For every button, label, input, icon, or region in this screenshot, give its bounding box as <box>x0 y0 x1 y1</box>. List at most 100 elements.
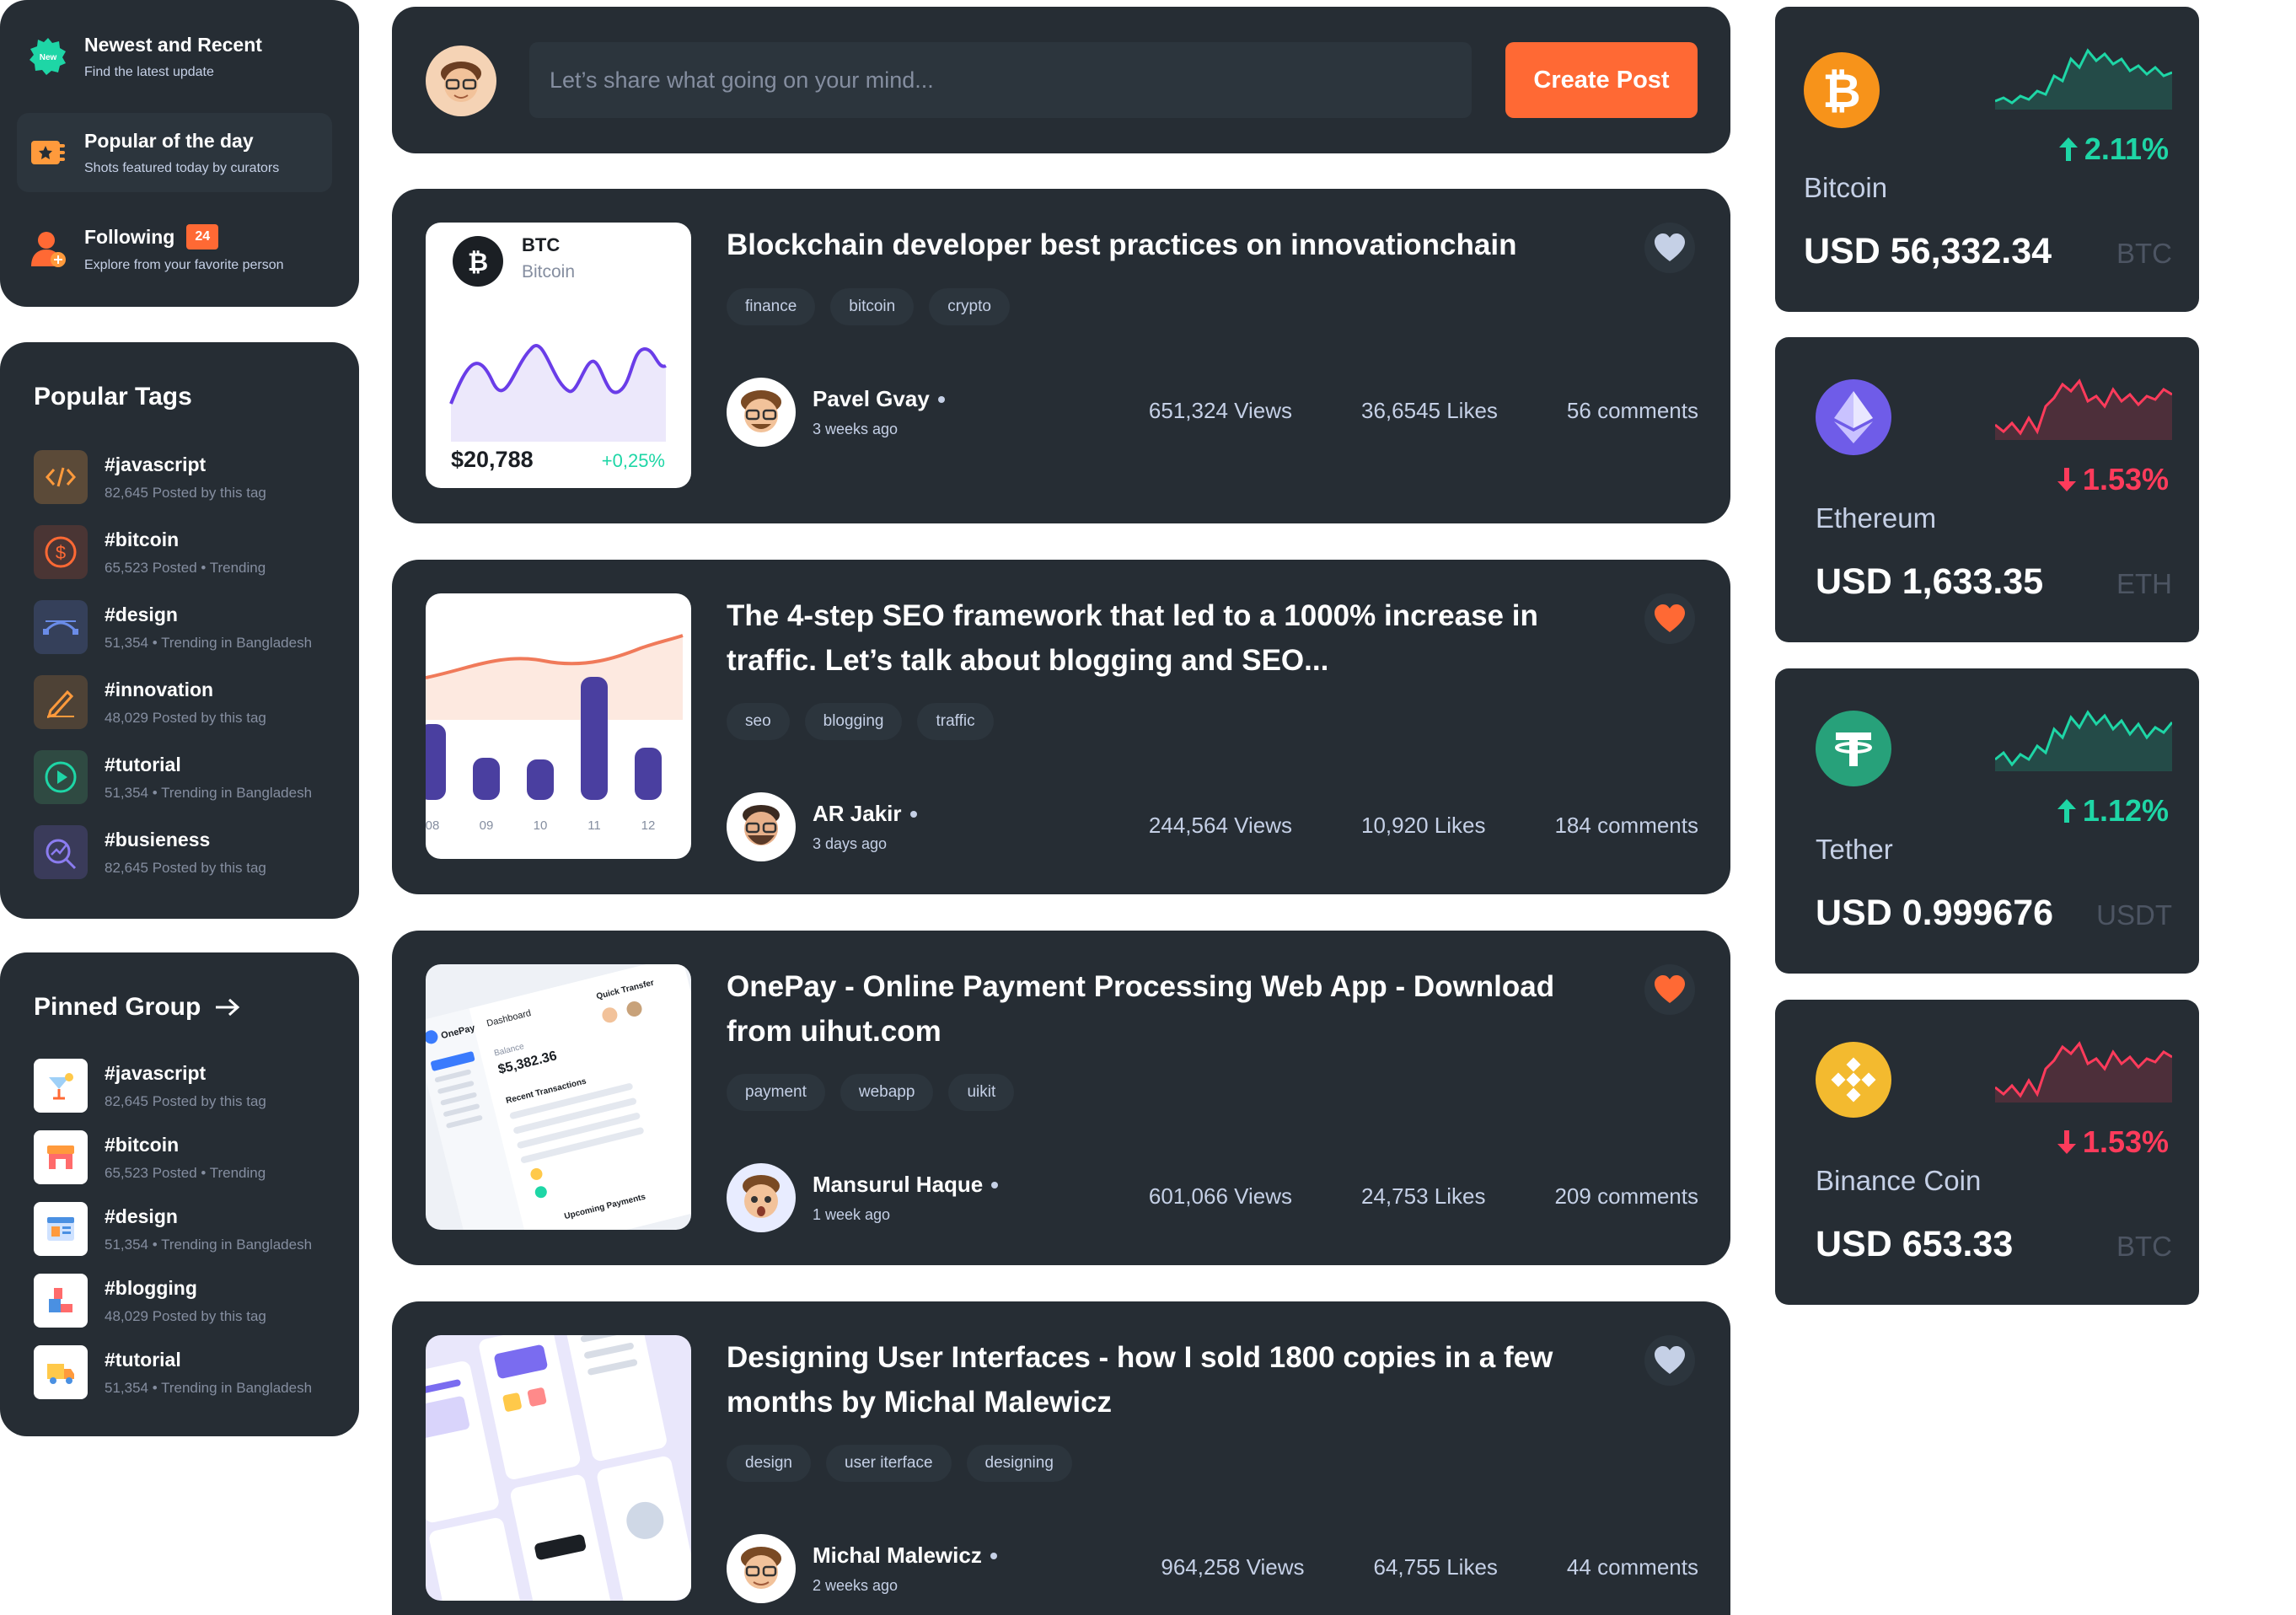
tag-chip[interactable]: designing <box>966 1445 1072 1482</box>
coin-name: Ethereum <box>1816 502 1937 534</box>
pinned-item-javascript[interactable]: #javascript 82,645 Posted by this tag <box>34 1057 346 1114</box>
tag-item-bitcoin[interactable]: $ #bitcoin 65,523 Posted • Trending <box>34 523 346 581</box>
tag-chip[interactable]: blogging <box>804 703 903 740</box>
seo-bar-label: 08 <box>426 818 439 833</box>
svg-text:₿: ₿ <box>468 249 488 276</box>
author-name: Mansurul Haque <box>813 1172 984 1197</box>
comments-count[interactable]: 184 comments <box>1554 813 1698 839</box>
comments-count[interactable]: 209 comments <box>1554 1183 1698 1210</box>
seo-bar-label: 10 <box>534 818 548 833</box>
tag-chip[interactable]: uikit <box>948 1074 1015 1111</box>
tag-chip[interactable]: finance <box>727 288 816 325</box>
tag-chip[interactable]: crypto <box>929 288 1010 325</box>
feed-item-popular[interactable]: Popular of the day Shots featured today … <box>17 113 332 192</box>
author-avatar[interactable] <box>727 792 796 861</box>
like-button[interactable] <box>1644 964 1695 1015</box>
tag-item-javascript[interactable]: #javascript 82,645 Posted by this tag <box>34 448 346 506</box>
views-count: 651,324 Views <box>1148 398 1293 423</box>
tag-chip[interactable]: payment <box>727 1074 825 1111</box>
post-title[interactable]: OnePay - Online Payment Processing Web A… <box>727 964 1603 1054</box>
composer-input[interactable] <box>529 42 1472 118</box>
price-change: 1.12% <box>2057 793 2169 829</box>
post-author[interactable]: Mansurul Haque 1 week ago <box>727 1163 999 1232</box>
author-avatar[interactable] <box>727 1163 796 1232</box>
post-time: 2 weeks ago <box>813 1577 899 1594</box>
popular-tags-panel: Popular Tags #javascript 82,645 Posted by… <box>0 342 359 919</box>
post-time: 3 days ago <box>813 835 888 852</box>
pinned-item-tutorial[interactable]: #tutorial 51,354 • Trending in Bangladesh <box>34 1344 346 1401</box>
binance-icon <box>1816 1042 1891 1118</box>
tag-chip[interactable]: user iterface <box>826 1445 952 1482</box>
post-thumbnail[interactable]: 08 09 10 11 12 <box>426 593 691 859</box>
change-value: 1.53% <box>2082 1124 2169 1159</box>
tag-chip[interactable]: bitcoin <box>830 288 915 325</box>
bitcoin-icon: ₿ <box>1804 52 1880 128</box>
post-title[interactable]: Designing User Interfaces - how I sold 1… <box>727 1335 1603 1425</box>
post-author[interactable]: Pavel Gvay 3 weeks ago <box>727 378 945 447</box>
tag-name: #innovation <box>105 678 214 700</box>
post-tags: design user iterface designing <box>727 1445 1072 1482</box>
views-count: 964,258 Views <box>1161 1554 1305 1580</box>
pinned-item-bitcoin[interactable]: #bitcoin 65,523 Posted • Trending <box>34 1129 346 1186</box>
user-avatar[interactable] <box>426 46 496 116</box>
pinned-item-design[interactable]: #design 51,354 • Trending in Bangladesh <box>34 1200 346 1258</box>
blocks-icon <box>34 1274 88 1328</box>
coin-symbol: USDT <box>2096 899 2172 931</box>
like-button[interactable] <box>1644 593 1695 644</box>
coin-card-tether[interactable]: 1.12% Tether USD 0.999676 USDT <box>1775 668 2199 974</box>
svg-text:Bitcoin: Bitcoin <box>522 262 575 282</box>
post-card[interactable]: Designing User Interfaces - how I sold 1… <box>392 1301 1730 1615</box>
sparkline-chart <box>1995 378 2172 440</box>
tag-chip[interactable]: traffic <box>917 703 994 740</box>
pinned-group-label: Pinned Group <box>34 993 201 1021</box>
tag-meta: 51,354 • Trending in Bangladesh <box>105 784 313 801</box>
tag-item-busieness[interactable]: #busieness 82,645 Posted by this tag <box>34 824 346 881</box>
coin-card-ethereum[interactable]: 1.53% Ethereum USD 1,633.35 ETH <box>1775 337 2199 642</box>
post-thumbnail[interactable] <box>426 1335 691 1601</box>
coin-card-binance[interactable]: 1.53% Binance Coin USD 653.33 BTC <box>1775 1000 2199 1305</box>
coin-name: Bitcoin <box>1804 172 1888 203</box>
views-count: 244,564 Views <box>1148 813 1293 838</box>
pinned-item-blogging[interactable]: #blogging 48,029 Posted by this tag <box>34 1272 346 1329</box>
post-stats: 601,066 Views 24,753 Likes 209 comments <box>1149 1183 1698 1210</box>
post-title[interactable]: Blockchain developer best practices on i… <box>727 223 1603 267</box>
tag-chip[interactable]: design <box>727 1445 811 1482</box>
coin-symbol: BTC <box>2116 1231 2172 1262</box>
feed-subtitle: Find the latest update <box>84 64 214 79</box>
tag-item-design[interactable]: #design 51,354 • Trending in Bangladesh <box>34 598 346 656</box>
post-author[interactable]: AR Jakir 3 days ago <box>727 792 917 861</box>
feed-item-following[interactable]: Following 24 Explore from your favorite p… <box>17 209 332 288</box>
tag-item-innovation[interactable]: #innovation 48,029 Posted by this tag <box>34 673 346 731</box>
tag-chip[interactable]: seo <box>727 703 790 740</box>
post-card[interactable]: ₿ BTC Bitcoin $20,788 +0,25% Blockchain … <box>392 189 1730 523</box>
pen-icon <box>34 675 88 729</box>
create-post-button[interactable]: Create Post <box>1505 42 1698 118</box>
post-author[interactable]: Michal Malewicz 2 weeks ago <box>727 1534 997 1603</box>
post-thumbnail[interactable]: OnePay Dashboard Balance $5,382.36 Recen… <box>426 964 691 1230</box>
tag-meta: 48,029 Posted by this tag <box>105 709 266 726</box>
pinned-group-title[interactable]: Pinned Group <box>34 993 241 1022</box>
coin-card-bitcoin[interactable]: ₿ 2.11% Bitcoin USD 56,332.34 BTC <box>1775 7 2199 312</box>
tag-item-tutorial[interactable]: #tutorial 51,354 • Trending in Bangladesh <box>34 748 346 806</box>
author-avatar[interactable] <box>727 1534 796 1603</box>
coin-price: USD 1,633.35 <box>1816 561 2044 602</box>
likes-count: 36,6545 Likes <box>1361 398 1498 423</box>
browser-window-icon <box>34 1202 88 1256</box>
comments-count[interactable]: 56 comments <box>1567 398 1698 424</box>
post-card[interactable]: OnePay Dashboard Balance $5,382.36 Recen… <box>392 931 1730 1265</box>
feed-subtitle: Shots featured today by curators <box>84 160 280 175</box>
author-name: AR Jakir <box>813 801 902 826</box>
post-thumbnail[interactable]: ₿ BTC Bitcoin $20,788 +0,25% <box>426 223 691 488</box>
like-button[interactable] <box>1644 1335 1695 1386</box>
tag-chip[interactable]: webapp <box>840 1074 934 1111</box>
post-title[interactable]: The 4-step SEO framework that led to a 1… <box>727 593 1603 683</box>
author-avatar[interactable] <box>727 378 796 447</box>
post-time: 3 weeks ago <box>813 421 899 437</box>
post-stats: 244,564 Views 10,920 Likes 184 comments <box>1149 813 1698 839</box>
coin-price: USD 653.33 <box>1816 1224 2014 1264</box>
tag-name: #blogging <box>105 1276 197 1299</box>
post-card[interactable]: 08 09 10 11 12 The 4-step SEO framework that… <box>392 560 1730 894</box>
like-button[interactable] <box>1644 223 1695 273</box>
comments-count[interactable]: 44 comments <box>1567 1554 1698 1580</box>
feed-item-newest[interactable]: New Newest and Recent Find the latest up… <box>17 17 332 96</box>
